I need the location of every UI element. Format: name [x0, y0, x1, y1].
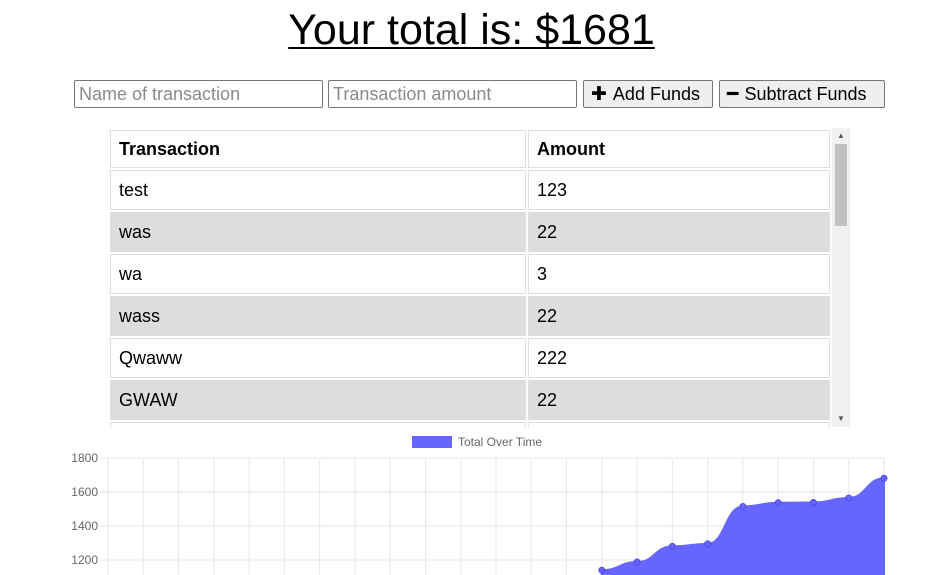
total-heading: Your total is: $1681 [288, 6, 655, 54]
scroll-up-icon[interactable]: ▲ [832, 130, 850, 142]
transaction-name-input[interactable] [74, 80, 323, 108]
cell-transaction: was [110, 212, 526, 252]
add-funds-button[interactable]: ✚ Add Funds [583, 80, 713, 108]
subtract-funds-button[interactable]: ━ Subtract Funds [719, 80, 885, 108]
legend-label: Total Over Time [458, 435, 543, 449]
table-row [110, 422, 830, 427]
cell-amount: 3 [528, 254, 830, 294]
data-point[interactable] [598, 566, 606, 574]
table-scrollbar[interactable]: ▲ ▼ [832, 128, 850, 427]
header-amount: Amount [528, 130, 830, 168]
subtract-funds-label: Subtract Funds [744, 83, 867, 104]
transactions-table-container[interactable]: Transaction Amount test 123 was 22 wa 3 … [108, 128, 850, 427]
y-tick-label: 1400 [71, 519, 98, 533]
cell-amount: 222 [528, 338, 830, 378]
plus-icon: ✚ [591, 83, 607, 105]
table-row: Qwaww 222 [110, 338, 830, 378]
data-point[interactable] [774, 499, 782, 507]
minus-icon: ━ [727, 83, 739, 105]
cell-amount: 22 [528, 212, 830, 252]
data-point[interactable] [739, 502, 747, 510]
data-point[interactable] [704, 540, 712, 548]
data-point[interactable] [880, 474, 888, 482]
table-header-row: Transaction Amount [110, 130, 830, 168]
cell-transaction: Qwaww [110, 338, 526, 378]
cell-amount: 22 [528, 380, 830, 420]
table-row: GWAW 22 [110, 380, 830, 420]
scroll-down-icon[interactable]: ▼ [832, 413, 850, 425]
table-row: was 22 [110, 212, 830, 252]
cell-transaction [110, 422, 526, 427]
table-row: wa 3 [110, 254, 830, 294]
cell-transaction: wa [110, 254, 526, 294]
data-point[interactable] [845, 494, 853, 502]
legend-swatch [412, 436, 452, 448]
total-over-time-chart: 1200 1400 1600 1800 [71, 451, 888, 575]
y-tick-label: 1600 [71, 485, 98, 499]
cell-amount: 22 [528, 296, 830, 336]
data-point[interactable] [633, 558, 641, 566]
y-tick-label: 1200 [71, 553, 98, 567]
table-row: wass 22 [110, 296, 830, 336]
cell-amount: 123 [528, 170, 830, 210]
table-row: test 123 [110, 170, 830, 210]
data-point[interactable] [668, 542, 676, 550]
scrollbar-thumb[interactable] [835, 144, 847, 226]
cell-amount [528, 422, 830, 427]
data-point[interactable] [809, 499, 817, 507]
transaction-form: ✚ Add Funds ━ Subtract Funds [74, 80, 885, 108]
cell-transaction: wass [110, 296, 526, 336]
y-tick-label: 1800 [71, 451, 98, 465]
transactions-table: Transaction Amount test 123 was 22 wa 3 … [108, 128, 832, 427]
cell-transaction: GWAW [110, 380, 526, 420]
add-funds-label: Add Funds [612, 83, 700, 104]
transaction-amount-input[interactable] [328, 80, 577, 108]
cell-transaction: test [110, 170, 526, 210]
header-transaction: Transaction [110, 130, 526, 168]
chart-legend[interactable]: Total Over Time [412, 434, 542, 450]
